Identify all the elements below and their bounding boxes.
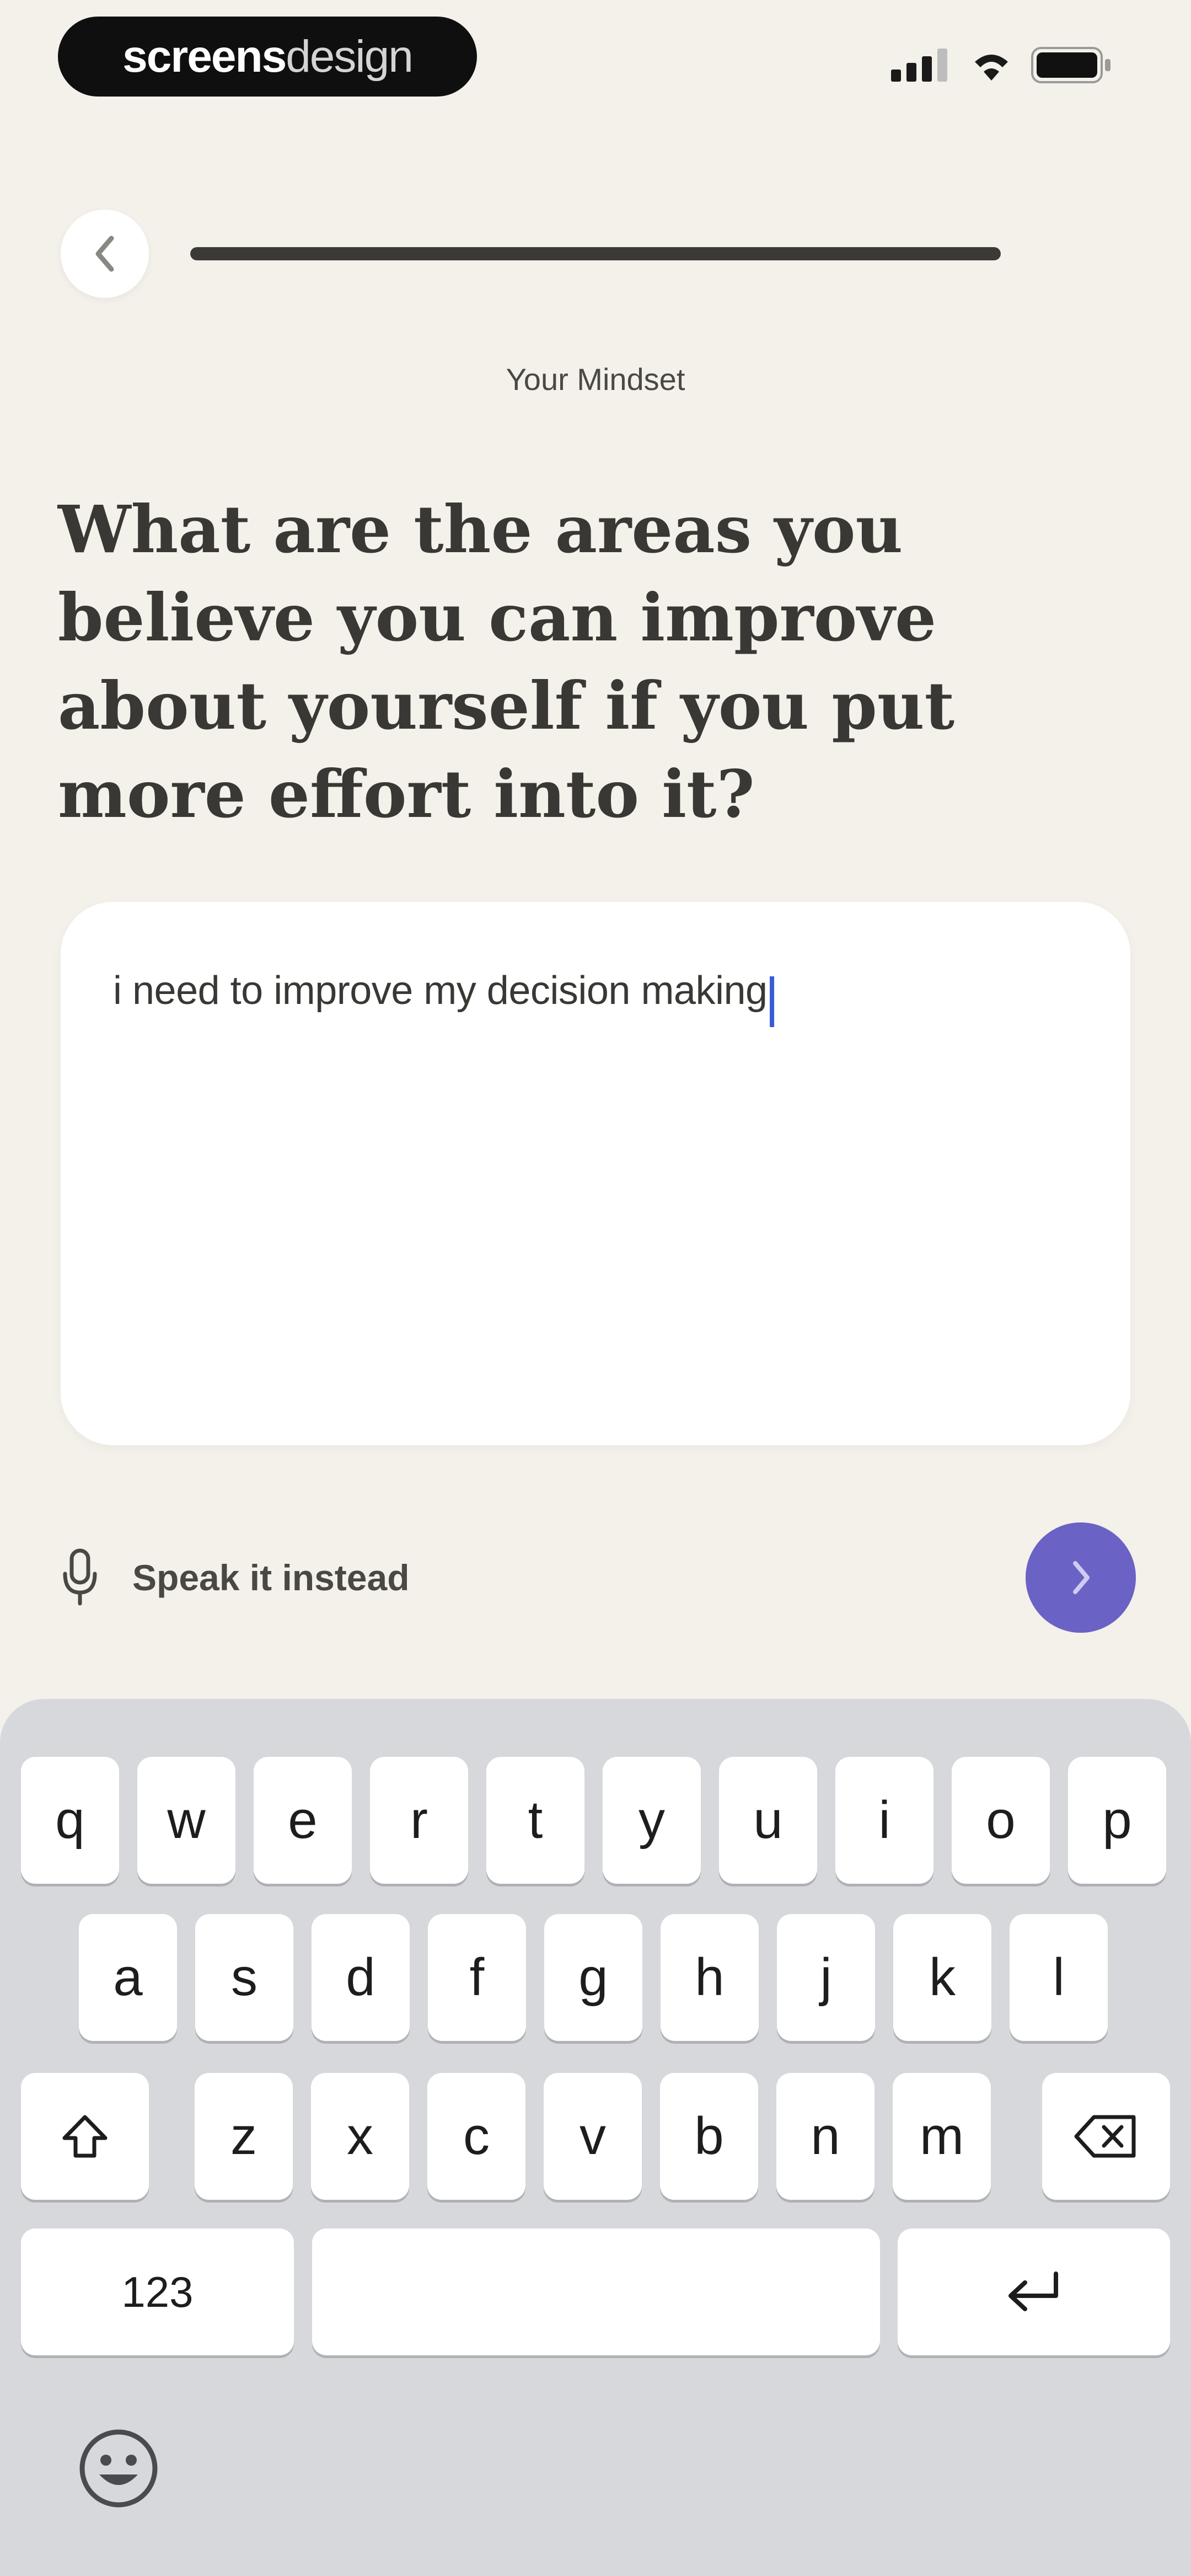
top-nav — [0, 210, 1191, 298]
return-key[interactable] — [898, 2228, 1170, 2355]
backspace-key[interactable] — [1042, 2073, 1170, 2200]
key-d[interactable]: d — [312, 1914, 410, 2041]
speak-row: Speak it instead — [61, 1522, 1136, 1633]
brand-bold: screens — [122, 31, 287, 82]
status-icons — [891, 47, 1114, 83]
text-cursor — [769, 976, 774, 1027]
answer-text: i need to improve my decision making — [113, 969, 768, 1013]
key-l[interactable]: l — [1010, 1914, 1108, 2041]
cellular-signal-icon — [891, 49, 947, 82]
return-icon — [1008, 2272, 1058, 2311]
question-title: What are the areas you believe you can i… — [58, 491, 955, 832]
key-e[interactable]: e — [254, 1757, 352, 1884]
key-r[interactable]: r — [370, 1757, 468, 1884]
status-bar: screens design — [0, 0, 1191, 121]
key-y[interactable]: y — [603, 1757, 701, 1884]
key-b[interactable]: b — [660, 2073, 758, 2200]
key-n[interactable]: n — [776, 2073, 875, 2200]
key-a[interactable]: a — [79, 1914, 177, 2041]
shift-icon — [62, 2115, 108, 2158]
key-h[interactable]: h — [661, 1914, 759, 2041]
speak-instead-label: Speak it instead — [132, 1557, 410, 1598]
keyboard: 123 qwertyuiop asdfghjkl zxcvbnm — [0, 1699, 1191, 2576]
emoji-button[interactable] — [77, 2427, 160, 2510]
key-p[interactable]: p — [1068, 1757, 1166, 1884]
key-q[interactable]: q — [21, 1757, 119, 1884]
battery-icon — [1031, 47, 1110, 83]
key-m[interactable]: m — [893, 2073, 991, 2200]
answer-input[interactable]: i need to improve my decision making — [61, 902, 1130, 1445]
shift-key[interactable] — [21, 2073, 149, 2200]
key-o[interactable]: o — [952, 1757, 1050, 1884]
key-i[interactable]: i — [835, 1757, 934, 1884]
next-button[interactable] — [1026, 1522, 1136, 1633]
brand-pill: screens design — [58, 17, 477, 97]
key-u[interactable]: u — [719, 1757, 817, 1884]
chevron-left-icon — [95, 236, 114, 272]
back-button[interactable] — [61, 210, 149, 298]
chevron-right-icon — [1073, 1561, 1090, 1594]
wifi-icon — [975, 55, 1008, 81]
key-x[interactable]: x — [311, 2073, 409, 2200]
speak-instead-button[interactable]: Speak it instead — [61, 1547, 410, 1608]
key-z[interactable]: z — [195, 2073, 293, 2200]
key-w[interactable]: w — [137, 1757, 235, 1884]
key-k[interactable]: k — [893, 1914, 991, 2041]
key-g[interactable]: g — [544, 1914, 642, 2041]
key-c[interactable]: c — [427, 2073, 525, 2200]
brand-light: design — [286, 31, 414, 82]
key-j[interactable]: j — [777, 1914, 875, 2041]
microphone-icon — [63, 1548, 97, 1606]
space-key[interactable] — [312, 2228, 880, 2355]
key-s[interactable]: s — [195, 1914, 293, 2041]
key-f[interactable]: f — [428, 1914, 526, 2041]
numbers-key[interactable]: 123 — [21, 2228, 294, 2355]
backspace-icon — [1074, 2115, 1136, 2158]
progress-bar — [190, 247, 1001, 260]
progress-fill — [190, 247, 1001, 260]
key-v[interactable]: v — [544, 2073, 642, 2200]
section-label: Your Mindset — [506, 362, 685, 397]
emoji-icon — [79, 2429, 158, 2508]
key-t[interactable]: t — [486, 1757, 584, 1884]
